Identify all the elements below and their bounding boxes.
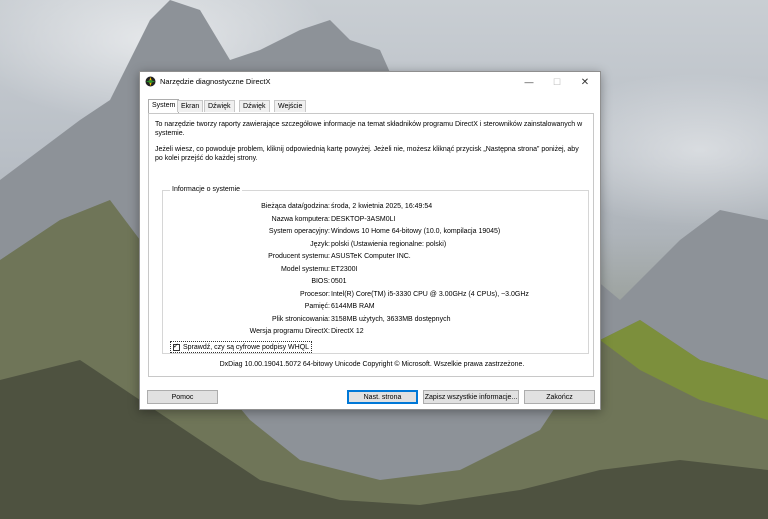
info-label: BIOS: xyxy=(311,278,330,285)
info-value: 0501 xyxy=(331,278,347,285)
info-row: Model systemu: ET2300I xyxy=(163,266,588,276)
info-label: Język: xyxy=(310,240,330,248)
minimize-button[interactable]: — xyxy=(515,72,543,92)
help-button[interactable]: Pomoc xyxy=(147,390,218,404)
info-label: Wersja programu DirectX: xyxy=(249,328,330,335)
info-value: Intel(R) Core(TM) i5-3330 CPU @ 3.00GHz … xyxy=(331,290,529,298)
tab-dzwiek-2[interactable]: Dźwięk 2 xyxy=(239,100,270,122)
info-label: System operacyjny: xyxy=(268,228,330,235)
info-value: DESKTOP-3ASM0LI xyxy=(331,215,396,223)
info-value: środa, 2 kwietnia 2025, 16:49:54 xyxy=(331,203,433,210)
info-row: Pamięć: 6144MB RAM xyxy=(163,303,588,313)
window-title: Narzędzie diagnostyczne DirectX xyxy=(160,77,271,86)
info-row: BIOS: 0501 xyxy=(163,278,588,288)
tab-wejscie[interactable]: Wejście xyxy=(274,100,307,112)
info-label: Procesor: xyxy=(300,290,330,298)
info-label: Bieżąca data/godzina: xyxy=(261,203,330,210)
info-value: ASUSTeK Computer INC. xyxy=(331,253,411,260)
info-label: Plik stronicowania: xyxy=(272,315,330,323)
title-bar[interactable]: Narzędzie diagnostyczne DirectX — ☐ ✕ xyxy=(140,72,600,92)
info-row: Procesor: Intel(R) Core(TM) i5-3330 CPU @… xyxy=(163,291,588,301)
info-row: Język: polski (Ustawienia regionalne: pol… xyxy=(163,241,588,251)
whql-checkbox-label: Sprawdź, czy są cyfrowe podpisy WHQL xyxy=(183,343,310,351)
info-value: Windows 10 Home 64-bitowy (10.0, kompila… xyxy=(331,228,501,235)
intro-paragraph-2: Jeżeli wiesz, co powoduje problem, klikn… xyxy=(155,146,579,162)
info-row: System operacyjny: Windows 10 Home 64-bit… xyxy=(163,228,588,238)
system-info-group-title: Informacje o systemie xyxy=(170,186,243,193)
intro-paragraph-1: To narzędzie tworzy raporty zawierające … xyxy=(155,121,583,137)
tab-dzwiek-1[interactable]: Dźwięk 1 xyxy=(204,100,235,122)
maximize-button[interactable]: ☐ xyxy=(543,72,571,92)
info-value: 3158MB użytych, 3633MB dostępnych xyxy=(331,315,451,323)
info-row: Plik stronicowania: 3158MB użytych, 3633M… xyxy=(163,316,588,326)
info-label: Producent systemu: xyxy=(268,253,330,260)
directx-app-icon xyxy=(145,76,156,87)
checkbox-checked-icon[interactable] xyxy=(173,342,180,351)
exit-button[interactable]: Zakończ xyxy=(524,390,595,404)
whql-checkbox[interactable]: Sprawdź, czy są cyfrowe podpisy WHQL xyxy=(170,341,313,353)
info-label: Pamięć: xyxy=(304,303,330,310)
system-info-group: Informacje o systemie Bieżąca data/godzi… xyxy=(162,186,589,354)
info-value: polski (Ustawienia regionalne: polski) xyxy=(331,240,447,248)
info-value: DirectX 12 xyxy=(331,328,364,335)
info-label: Nazwa komputera: xyxy=(271,215,330,223)
dxdiag-window: Narzędzie diagnostyczne DirectX — ☐ ✕ Sy… xyxy=(139,71,601,410)
tab-system[interactable]: System xyxy=(148,99,180,113)
info-row: Wersja programu DirectX: DirectX 12 xyxy=(163,328,588,338)
tab-ekran[interactable]: Ekran xyxy=(177,100,204,112)
save-all-info-button[interactable]: Zapisz wszystkie informacje... xyxy=(423,390,519,404)
close-button[interactable]: ✕ xyxy=(571,72,599,92)
info-label: Model systemu: xyxy=(280,265,330,273)
info-value: 6144MB RAM xyxy=(331,303,375,310)
copyright-text: DxDiag 10.00.19041.5072 64-bitowy Unicod… xyxy=(219,361,525,368)
info-value: ET2300I xyxy=(331,265,358,273)
next-page-button[interactable]: Nast. strona xyxy=(347,390,418,404)
info-row: Nazwa komputera: DESKTOP-3ASM0LI xyxy=(163,216,588,226)
system-tab-panel: To narzędzie tworzy raporty zawierające … xyxy=(148,113,594,377)
info-row: Producent systemu: ASUSTeK Computer INC. xyxy=(163,253,588,263)
info-row: Bieżąca data/godzina: środa, 2 kwietnia 2… xyxy=(163,203,588,213)
